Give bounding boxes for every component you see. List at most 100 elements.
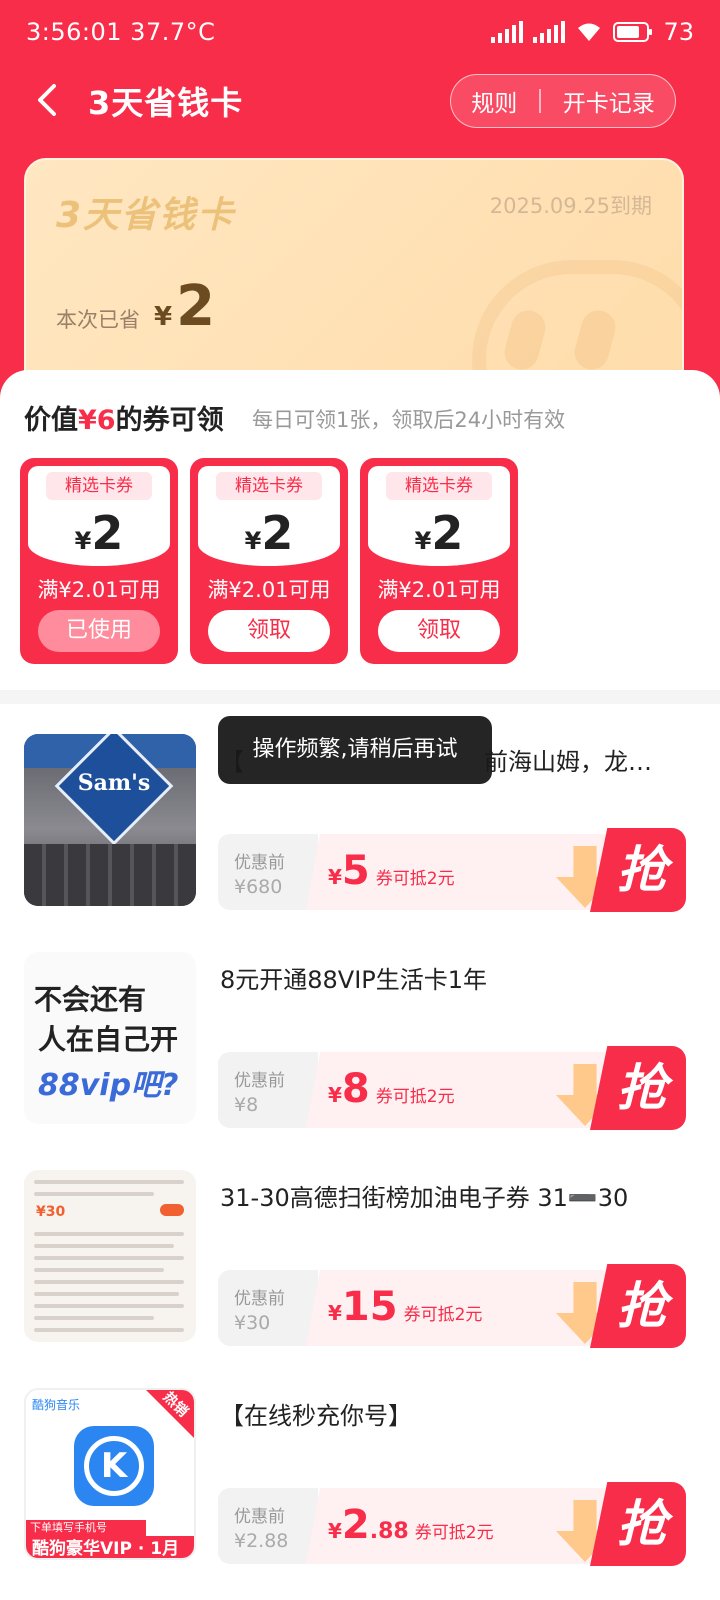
price-bar[interactable]: 优惠前 ¥2.88 ¥2.88 券可抵2元 抢 <box>218 1482 686 1566</box>
coupon-amount: ¥2 <box>368 506 510 560</box>
original-price: ¥680 <box>234 876 283 898</box>
product-title: 8元开通88VIP生活卡1年 <box>220 966 488 994</box>
currency-symbol: ¥ <box>74 527 92 555</box>
grab-button[interactable]: 抢 <box>556 828 686 912</box>
coupon-card[interactable]: 精选卡券 ¥2 满¥2.01可用 领取 <box>360 458 518 664</box>
product-image: 不会还有 人在自己开 88vip吧? <box>24 952 196 1124</box>
doc-line <box>34 1232 184 1236</box>
doc-line <box>34 1292 179 1296</box>
original-price-box: 优惠前 ¥30 <box>218 1270 318 1346</box>
back-button[interactable] <box>28 78 72 122</box>
coupon-note: 券可抵2元 <box>403 1305 483 1325</box>
coupon-tag: 精选卡券 <box>46 472 152 500</box>
signal-icon <box>491 21 524 43</box>
doc-line <box>34 1244 174 1248</box>
grab-button[interactable]: 抢 <box>556 1264 686 1348</box>
currency-symbol: ¥ <box>328 1519 342 1543</box>
coupon-value: 2 <box>431 506 464 560</box>
title-value: ¥6 <box>78 405 116 436</box>
coupon-note: 券可抵2元 <box>414 1523 494 1543</box>
price-bar[interactable]: 优惠前 ¥680 ¥5 券可抵2元 抢 <box>218 828 686 912</box>
storefront <box>24 844 196 906</box>
page-title: 3天省钱卡 <box>88 84 244 122</box>
deal-price: ¥2.88 券可抵2元 <box>328 1502 494 1548</box>
deal-price-value: 2 <box>341 1502 370 1548</box>
coupon-used-button[interactable]: 已使用 <box>38 610 160 652</box>
store-logo-text: Sam's <box>77 770 151 796</box>
coupon-tag: 精选卡券 <box>386 472 492 500</box>
product-item[interactable]: 酷狗音乐 热销 K 下单填写手机号 酷狗豪华VIP · 1月 【在线秒充你号】 … <box>0 1388 720 1600</box>
title-prefix: 价值 <box>24 405 78 436</box>
original-price: ¥8 <box>234 1094 259 1116</box>
claim-coupon-button[interactable]: 领取 <box>378 610 500 652</box>
doc-line <box>34 1192 154 1196</box>
currency-symbol: ¥ <box>154 302 173 332</box>
coupon-tag: 精选卡券 <box>216 472 322 500</box>
doc-tag <box>160 1204 184 1216</box>
status-bar: 3:56:01 37.7°C 73 <box>0 0 720 64</box>
product-image: ¥30 <box>24 1170 196 1342</box>
price-bar[interactable]: 优惠前 ¥8 ¥8 券可抵2元 抢 <box>218 1046 686 1130</box>
price-bar[interactable]: 优惠前 ¥30 ¥15 券可抵2元 抢 <box>218 1264 686 1348</box>
original-price: ¥30 <box>234 1312 271 1334</box>
original-price-label: 优惠前 <box>234 853 285 873</box>
coupon-card[interactable]: 精选卡券 ¥2 满¥2.01可用 已使用 <box>20 458 178 664</box>
battery-icon <box>613 21 653 43</box>
section-divider <box>0 690 720 704</box>
image-product-name: 酷狗豪华VIP · 1月 <box>26 1536 194 1558</box>
nav-actions: 规则 开卡记录 <box>450 74 676 128</box>
coupon-condition: 满¥2.01可用 <box>207 578 331 602</box>
saved-label: 本次已省 <box>56 308 140 332</box>
currency-symbol: ¥ <box>328 1083 342 1107</box>
card-expiry: 2025.09.25到期 <box>489 194 652 218</box>
coupon-face: 精选卡券 ¥2 <box>198 466 340 566</box>
image-text: 不会还有 <box>34 983 147 1016</box>
doc-line <box>34 1328 184 1332</box>
rules-link[interactable]: 规则 <box>471 84 517 118</box>
grab-label: 抢 <box>590 1482 686 1566</box>
original-price-label: 优惠前 <box>234 1289 285 1309</box>
coupon-amount: ¥2 <box>28 506 170 560</box>
doc-line <box>34 1304 184 1308</box>
product-item[interactable]: ¥30 31-30高德扫街榜加油电子券 31➖30 优惠前 ¥30 ¥15 券可抵… <box>0 1170 720 1388</box>
grab-button[interactable]: 抢 <box>556 1046 686 1130</box>
product-image: Sam's <box>24 734 196 906</box>
kugou-k-icon: K <box>84 1436 144 1496</box>
claim-coupon-button[interactable]: 领取 <box>208 610 330 652</box>
image-text: 88vip吧? <box>38 1068 179 1103</box>
grab-label: 抢 <box>590 1046 686 1130</box>
doc-line <box>34 1316 154 1320</box>
currency-symbol: ¥ <box>244 527 262 555</box>
status-icons: 73 <box>491 18 694 46</box>
doc-line <box>34 1280 184 1284</box>
saved-amount: ¥2 <box>154 274 215 339</box>
original-price-box: 优惠前 ¥8 <box>218 1052 318 1128</box>
status-time: 3:56:01 37.7°C <box>26 18 215 46</box>
coupon-value: 2 <box>261 506 294 560</box>
top-nav: 3天省钱卡 规则 开卡记录 <box>0 64 720 140</box>
coupon-condition: 满¥2.01可用 <box>377 578 501 602</box>
original-price-label: 优惠前 <box>234 1507 285 1527</box>
doc-amount: ¥30 <box>36 1204 66 1220</box>
card-records-link[interactable]: 开卡记录 <box>563 84 655 118</box>
deal-price-decimal: .88 <box>369 1519 409 1544</box>
product-item[interactable]: 不会还有 人在自己开 88vip吧? 8元开通88VIP生活卡1年 优惠前 ¥8… <box>0 952 720 1170</box>
currency-symbol: ¥ <box>414 527 432 555</box>
grab-label: 抢 <box>590 828 686 912</box>
product-image: 酷狗音乐 热销 K 下单填写手机号 酷狗豪华VIP · 1月 <box>24 1388 196 1560</box>
grab-button[interactable]: 抢 <box>556 1482 686 1566</box>
image-note: 下单填写手机号 <box>26 1520 146 1536</box>
signal-icon <box>533 21 566 43</box>
deal-price: ¥5 券可抵2元 <box>328 848 455 894</box>
image-text: 人在自己开 <box>38 1023 179 1056</box>
coupon-section-title: 价值¥6的券可领 <box>24 398 224 437</box>
coupon-card[interactable]: 精选卡券 ¥2 满¥2.01可用 领取 <box>190 458 348 664</box>
doc-line <box>34 1180 184 1184</box>
saved-value: 2 <box>176 274 216 339</box>
deal-price: ¥8 券可抵2元 <box>328 1066 455 1112</box>
coupon-section-subtitle: 每日可领1张，领取后24小时有效 <box>252 408 566 432</box>
deal-price-value: 5 <box>341 848 370 894</box>
doc-line <box>34 1256 184 1260</box>
coupon-amount: ¥2 <box>198 506 340 560</box>
coupon-value: 2 <box>91 506 124 560</box>
